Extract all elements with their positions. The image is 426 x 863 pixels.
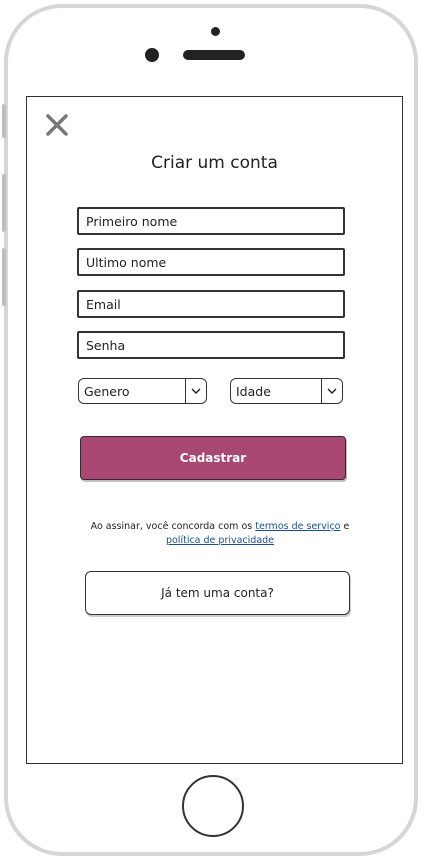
terms-prefix: Ao assinar, você concorda com os — [90, 521, 256, 532]
gender-select[interactable]: Genero — [78, 378, 207, 404]
terms-of-service-link[interactable]: termos de serviço — [255, 521, 340, 532]
age-select[interactable]: Idade — [230, 378, 343, 404]
phone-side-button — [2, 104, 6, 138]
terms-notice: Ao assinar, você concorda com os termos … — [60, 520, 380, 548]
login-button[interactable]: Já tem uma conta? — [85, 571, 350, 615]
phone-volume-down-button — [2, 248, 6, 306]
password-field[interactable] — [77, 331, 345, 359]
page-title: Criar um conta — [151, 153, 278, 173]
phone-screen — [26, 96, 403, 764]
last-name-field[interactable] — [77, 248, 345, 276]
age-select-value: Idade — [236, 383, 271, 399]
privacy-policy-link[interactable]: política de privacidade — [166, 535, 274, 546]
chevron-down-icon[interactable] — [321, 379, 342, 403]
close-icon[interactable] — [46, 114, 68, 136]
phone-sensor — [211, 27, 220, 36]
chevron-down-icon[interactable] — [185, 379, 206, 403]
first-name-field[interactable] — [77, 207, 345, 235]
signup-button[interactable]: Cadastrar — [80, 436, 346, 480]
email-field[interactable] — [77, 290, 345, 318]
gender-select-value: Genero — [84, 383, 130, 399]
phone-volume-up-button — [2, 174, 6, 232]
phone-speaker — [183, 50, 245, 60]
terms-connector: e — [340, 521, 350, 532]
phone-home-button[interactable] — [182, 775, 244, 837]
phone-camera — [145, 48, 159, 62]
